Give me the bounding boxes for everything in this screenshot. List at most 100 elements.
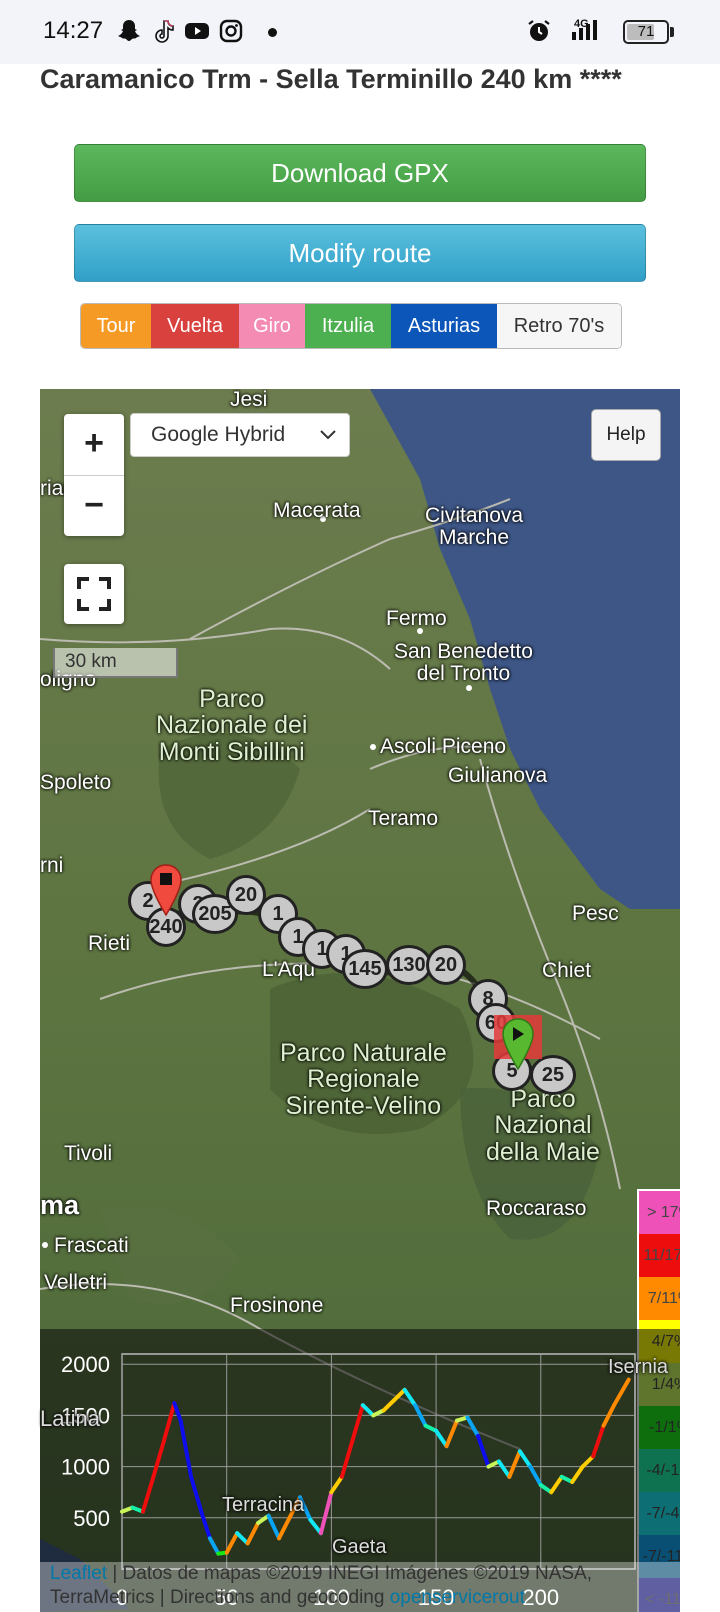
elevation-segment xyxy=(549,1474,564,1495)
place-terni: rni xyxy=(40,854,64,877)
place-sanbenedetto: San Benedetto del Tronto xyxy=(394,640,533,686)
tiktok-icon xyxy=(155,20,174,43)
place-roccaraso: Roccaraso xyxy=(486,1197,587,1220)
elevation-segment xyxy=(591,1423,606,1459)
place-sirente: Parco Naturale Regionale Sirente-Velino xyxy=(280,1039,447,1120)
elevation-segment xyxy=(199,1510,212,1541)
legend-item: 7/11% xyxy=(639,1277,680,1320)
instagram-icon xyxy=(219,19,243,43)
status-bar: 14:27 4G 71 xyxy=(0,0,720,64)
snapchat-icon xyxy=(118,20,140,41)
more-notifications-dot xyxy=(268,28,277,37)
elevation-segment xyxy=(517,1449,533,1469)
signal-icon xyxy=(572,20,597,40)
km-marker[interactable]: 20 xyxy=(426,945,466,985)
clock: 14:27 xyxy=(43,17,104,44)
download-gpx-button[interactable]: Download GPX xyxy=(74,144,646,202)
finish-pin-icon[interactable] xyxy=(148,863,184,919)
place-frosinone: Frosinone xyxy=(230,1294,324,1317)
elevation-segment xyxy=(475,1433,491,1469)
km-marker[interactable]: 145 xyxy=(342,949,388,989)
elevation-segment xyxy=(580,1454,596,1469)
elevation-segment xyxy=(360,1403,376,1418)
elevation-segment xyxy=(570,1464,585,1484)
elevation-segment xyxy=(329,1474,344,1495)
zoom-in-button[interactable]: + xyxy=(64,414,124,475)
attribution-text: | Datos de mapas ©2019 INEGI Imágenes ©2… xyxy=(107,1563,593,1584)
elevation-segment xyxy=(465,1415,480,1438)
elevation-segment xyxy=(612,1377,631,1408)
elevation-segment xyxy=(318,1490,334,1536)
modify-route-button[interactable]: Modify route xyxy=(74,224,646,282)
chevron-down-icon xyxy=(319,414,337,471)
elevation-segment xyxy=(308,1517,323,1536)
zoom-out-button[interactable]: − xyxy=(64,475,124,536)
alarm-icon xyxy=(528,20,550,41)
place-frascati: Frascati xyxy=(54,1234,129,1257)
elevation-segment xyxy=(528,1464,543,1488)
place-isernia: Isernia xyxy=(608,1356,669,1378)
map-attribution: Leaflet | Datos de mapas ©2019 INEGI Imá… xyxy=(40,1562,680,1612)
help-button[interactable]: Help xyxy=(591,409,661,461)
elevation-segment xyxy=(381,1398,397,1413)
attribution-text-2: TerraMetrics | Directions and geocoding xyxy=(50,1587,390,1608)
elevation-segment xyxy=(161,1401,177,1444)
style-giro-button[interactable]: Giro xyxy=(239,304,305,348)
leaflet-link[interactable]: Leaflet xyxy=(50,1563,107,1584)
battery-icon: 71 xyxy=(623,20,669,44)
elevation-segment xyxy=(434,1428,449,1449)
elevation-segment xyxy=(392,1387,407,1403)
elevation-segment xyxy=(224,1531,240,1555)
style-asturias-button[interactable]: Asturias xyxy=(391,304,497,348)
elevation-segment xyxy=(444,1418,460,1449)
place-ascoli: Ascoli Piceno xyxy=(380,735,507,758)
place-civitanova: Civitanova Marche xyxy=(425,504,524,550)
elevation-segment xyxy=(277,1515,292,1541)
map-layer-value: Google Hybrid xyxy=(151,423,286,446)
place-maiella: Parco Nazional della Maie xyxy=(486,1085,600,1166)
profile-style-selector: Tour Vuelta Giro Itzulia Asturias Retro … xyxy=(80,303,622,349)
style-itzulia-button[interactable]: Itzulia xyxy=(305,304,391,348)
start-pin-icon[interactable] xyxy=(492,1013,544,1075)
style-tour-button[interactable]: Tour xyxy=(81,304,151,348)
place-teramo: Teramo xyxy=(368,807,439,830)
place-tivoli: Tivoli xyxy=(64,1142,113,1165)
place-latina: Latina xyxy=(40,1406,100,1431)
elevation-segment xyxy=(507,1449,522,1479)
elevation-segment xyxy=(266,1513,282,1541)
zoom-control: + − xyxy=(64,414,124,536)
fullscreen-button[interactable] xyxy=(64,564,124,624)
page-title: Caramanico Trm - Sella Terminillo 240 km… xyxy=(40,64,622,94)
place-rieti: Rieti xyxy=(88,932,131,955)
place-pescara: Pesc xyxy=(572,902,619,925)
elevation-segment xyxy=(151,1439,166,1479)
elevation-segment xyxy=(339,1439,355,1479)
place-chieti: Chiet xyxy=(542,959,592,982)
battery-percent: 71 xyxy=(637,23,655,40)
elevation-segment xyxy=(235,1531,250,1546)
map-layer-select[interactable]: Google Hybrid xyxy=(130,413,350,457)
battery-tip xyxy=(670,27,674,37)
elevation-segment xyxy=(189,1474,204,1515)
elevation-segment xyxy=(496,1459,512,1479)
style-vuelta-button[interactable]: Vuelta xyxy=(151,304,239,348)
elevation-segment xyxy=(178,1418,194,1479)
elevation-segment xyxy=(402,1387,418,1408)
elevation-segment xyxy=(245,1520,261,1546)
place-jesi: Jesi xyxy=(230,389,268,411)
place-sibillini: Parco Nazionale dei Monti Sibillini xyxy=(156,685,308,766)
place-velletri: Velletri xyxy=(44,1271,108,1294)
fullscreen-icon xyxy=(77,577,111,611)
place-roma: ma xyxy=(40,1190,80,1220)
place-giulianova: Giulianova xyxy=(448,764,548,787)
place-fermo: Fermo xyxy=(386,607,447,630)
legend-item: 11/17% xyxy=(639,1234,680,1277)
elevation-segment xyxy=(172,1401,183,1423)
elevation-segment xyxy=(350,1403,365,1444)
elevation-segment xyxy=(140,1474,156,1514)
y-tick-label: 2000 xyxy=(61,1352,110,1377)
openservice-link[interactable]: openservicerout xyxy=(390,1587,525,1608)
style-retro-button[interactable]: Retro 70's xyxy=(497,304,621,348)
youtube-icon xyxy=(185,23,209,39)
elevation-segment xyxy=(207,1536,221,1556)
